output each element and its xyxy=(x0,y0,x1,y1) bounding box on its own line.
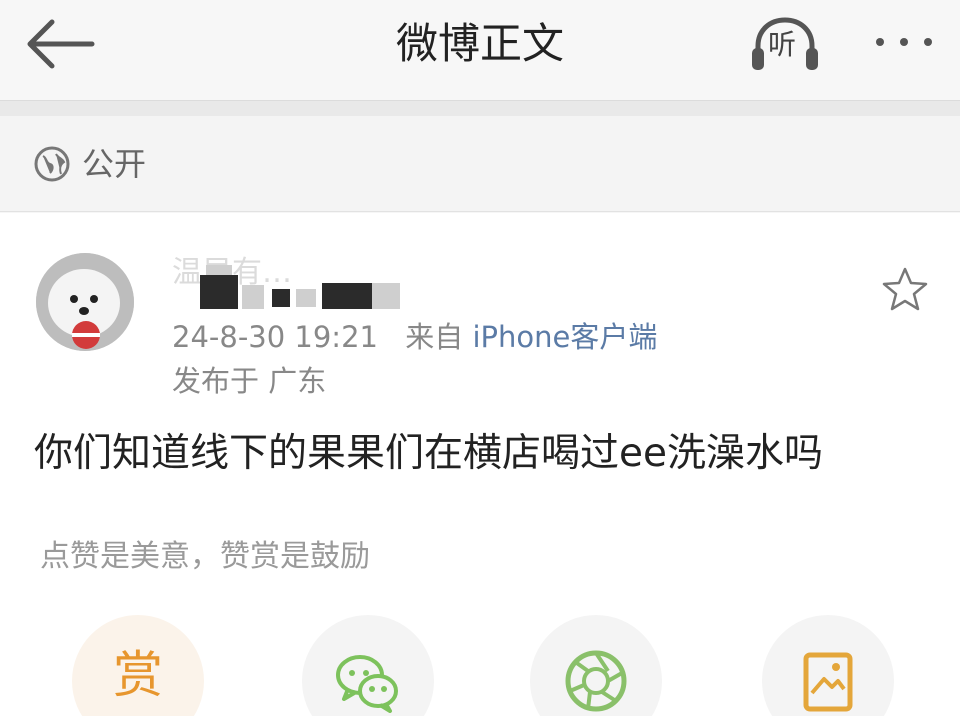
more-icon-dot xyxy=(924,38,932,46)
more-button[interactable] xyxy=(868,24,940,60)
image-icon xyxy=(803,652,853,712)
wechat-icon xyxy=(336,655,398,713)
source-prefix: 来自 xyxy=(405,320,464,354)
post-timestamp: 24-8-30 19:21 xyxy=(172,320,378,354)
more-icon-dot xyxy=(900,38,908,46)
redaction-mask xyxy=(200,275,238,309)
share-wechat-button[interactable] xyxy=(302,615,434,716)
redaction-mask xyxy=(242,285,264,309)
redaction-mask xyxy=(272,289,290,307)
post-text: 你们知道线下的果果们在横店喝过ee洗澡水吗 xyxy=(34,431,823,476)
author-name[interactable]: 温早有… xyxy=(172,253,422,309)
post-meta: 24-8-30 19:21 来自 iPhone客户端 xyxy=(172,317,657,357)
reward-button[interactable]: 赏 xyxy=(72,615,204,716)
share-moments-button[interactable] xyxy=(530,615,662,716)
post-card: 温早有… 24-8-30 19:21 来自 iPhone客户端 发布于 广东 你… xyxy=(0,213,960,716)
redaction-mask xyxy=(372,283,400,309)
reward-hint: 点赞是美意，赞赏是鼓励 xyxy=(40,539,370,574)
top-nav-bar: 微博正文 听 xyxy=(0,0,960,100)
reward-label: 赏 xyxy=(113,646,163,704)
listen-button[interactable]: 听 xyxy=(748,14,822,76)
visibility-label: 公开 xyxy=(82,145,147,183)
post-source-link[interactable]: iPhone客户端 xyxy=(472,320,657,354)
visibility-row: 公开 xyxy=(0,116,960,212)
favorite-button[interactable] xyxy=(880,265,930,313)
redaction-mask xyxy=(296,289,316,307)
post-location: 发布于 广东 xyxy=(172,364,327,398)
avatar-image xyxy=(36,253,134,351)
redaction-mask xyxy=(322,283,372,309)
save-image-button[interactable] xyxy=(762,615,894,716)
listen-label: 听 xyxy=(768,28,797,61)
moments-icon xyxy=(565,650,627,712)
star-icon xyxy=(882,267,928,311)
more-icon xyxy=(876,38,884,46)
avatar[interactable] xyxy=(36,253,134,351)
section-divider xyxy=(0,100,960,116)
globe-icon xyxy=(34,146,70,182)
